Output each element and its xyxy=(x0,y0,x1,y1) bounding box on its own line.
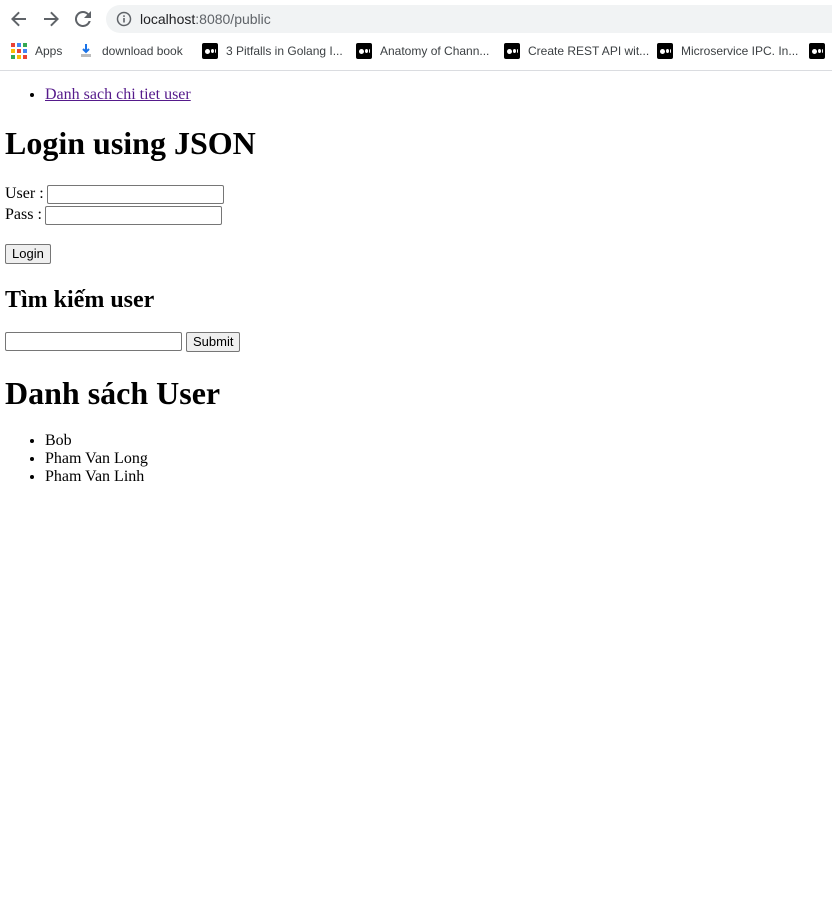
login-button[interactable]: Login xyxy=(5,244,51,264)
submit-button[interactable]: Submit xyxy=(186,332,241,352)
user-label: User : xyxy=(5,185,44,202)
bookmark-label: Microservice IPC. In... xyxy=(681,44,799,58)
bookmark-microservice-ipc[interactable]: Microservice IPC. In... xyxy=(657,40,798,62)
search-heading: Tìm kiếm user xyxy=(5,287,155,313)
info-icon xyxy=(116,11,132,27)
medium-icon xyxy=(809,43,825,59)
medium-icon xyxy=(657,43,673,59)
list-item: Bob xyxy=(45,432,148,450)
nav-list: Danh sach chi tiet user xyxy=(0,86,191,104)
search-input[interactable] xyxy=(5,332,182,351)
apps-icon xyxy=(11,43,27,59)
bookmark-label: Apps xyxy=(35,44,63,58)
address-bar[interactable]: localhost:8080/public xyxy=(106,5,832,33)
pass-input[interactable] xyxy=(44,205,222,225)
list-item: Danh sach chi tiet user xyxy=(45,86,191,104)
bookmark-create-rest-api[interactable]: Create REST API wit... xyxy=(504,40,649,62)
bookmark-label: Create REST API wit... xyxy=(528,44,650,58)
arrow-right-icon xyxy=(44,11,59,27)
users-heading: Danh sách User xyxy=(5,375,221,411)
user-row: User : xyxy=(5,184,224,204)
url-text: localhost:8080/public xyxy=(140,11,271,27)
forward-button[interactable] xyxy=(38,6,64,32)
login-heading: Login using JSON xyxy=(5,125,256,161)
bookmark-anatomy-channels[interactable]: Anatomy of Chann... xyxy=(356,40,489,62)
reload-icon xyxy=(75,11,91,27)
pass-label: Pass : xyxy=(5,206,42,223)
pass-row: Pass : xyxy=(5,205,222,225)
bookmarks-bar: Apps download book 3 Pitfalls in Golang … xyxy=(0,40,832,62)
medium-icon xyxy=(356,43,372,59)
user-input[interactable] xyxy=(46,184,224,204)
list-item: Pham Van Long xyxy=(45,450,148,468)
bookmark-pitfalls-golang[interactable]: 3 Pitfalls in Golang I... xyxy=(202,40,343,62)
back-button[interactable] xyxy=(6,6,32,32)
list-item: Pham Van Linh xyxy=(45,468,148,486)
bookmark-more[interactable] xyxy=(809,40,832,62)
bookmark-label: download book xyxy=(102,44,183,58)
bookmark-apps[interactable]: Apps xyxy=(11,40,62,62)
arrow-left-icon xyxy=(11,11,26,27)
medium-icon xyxy=(202,43,218,59)
medium-icon xyxy=(504,43,520,59)
bookmark-label: Anatomy of Chann... xyxy=(380,44,490,58)
user-list: Bob Pham Van Long Pham Van Linh xyxy=(0,432,148,486)
bookmark-favicon xyxy=(78,43,94,59)
bookmark-download-book[interactable]: download book xyxy=(78,40,183,62)
user-detail-link[interactable]: Danh sach chi tiet user xyxy=(45,86,191,103)
reload-button[interactable] xyxy=(70,6,96,32)
bookmark-label: 3 Pitfalls in Golang I... xyxy=(226,44,343,58)
browser-chrome: localhost:8080/public Apps download book… xyxy=(0,0,832,71)
